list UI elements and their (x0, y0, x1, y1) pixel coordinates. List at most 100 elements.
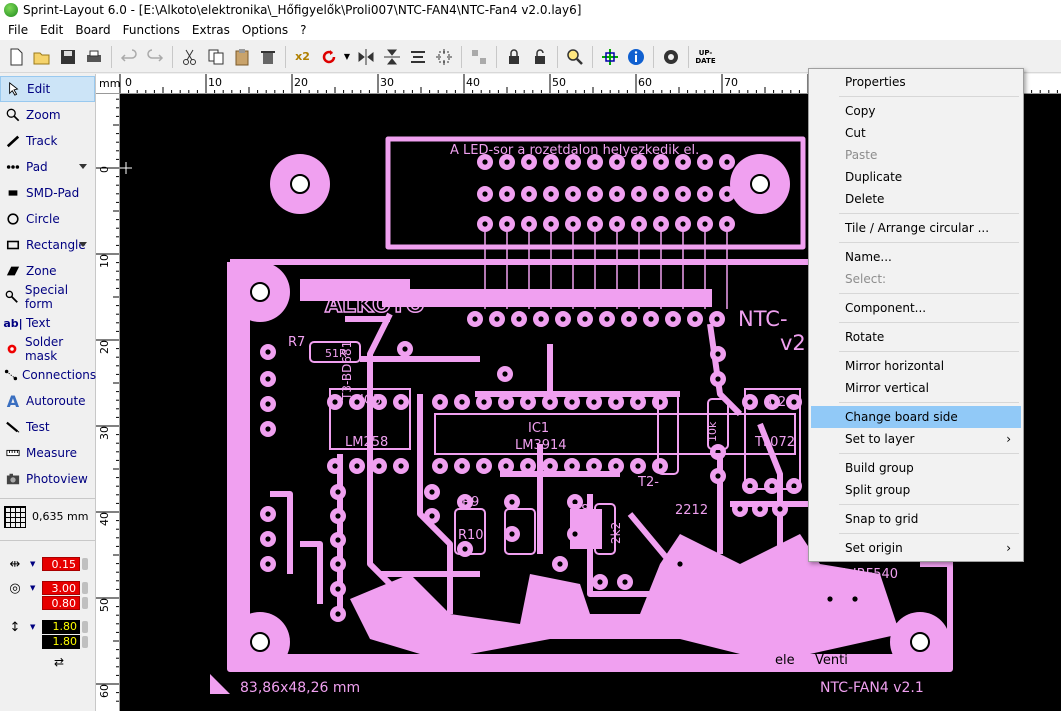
pcb-pad-hole (724, 159, 730, 165)
menu-item-label: Select: (845, 272, 887, 286)
menu-edit[interactable]: Edit (34, 20, 69, 40)
toolbar-separator (557, 45, 558, 68)
open-folder-icon (33, 52, 49, 64)
snap-button[interactable] (431, 44, 456, 70)
chevron-down-icon[interactable]: ▼ (30, 560, 35, 568)
context-menu-item-name[interactable]: Name... (811, 246, 1021, 268)
context-menu-item-properties[interactable]: Properties (811, 71, 1021, 93)
context-menu-item-tile-arrange-circular[interactable]: Tile / Arrange circular ... (811, 217, 1021, 239)
context-menu-item-mirror-vertical[interactable]: Mirror vertical (811, 377, 1021, 399)
context-menu-item-split-group[interactable]: Split group (811, 479, 1021, 501)
tool-test[interactable]: Test (0, 414, 95, 440)
menu-help[interactable]: ? (294, 20, 312, 40)
context-menu-item-delete[interactable]: Delete (811, 188, 1021, 210)
undo-button[interactable] (116, 44, 141, 70)
context-menu-item-copy[interactable]: Copy (811, 100, 1021, 122)
context-menu-item-component[interactable]: Component... (811, 297, 1021, 319)
menu-board[interactable]: Board (69, 20, 116, 40)
pcb-pad-hole (437, 399, 443, 405)
context-menu-item-rotate[interactable]: Rotate (811, 326, 1021, 348)
menu-file[interactable]: File (2, 20, 34, 40)
group-button[interactable] (466, 44, 491, 70)
update-button[interactable]: UP-DATE (693, 44, 718, 70)
chevron-down-icon[interactable]: ▼ (30, 623, 35, 631)
tool-zone[interactable]: Zone (0, 258, 95, 284)
info-button[interactable] (623, 44, 648, 70)
zoom-icon (4, 106, 22, 124)
tool-connections[interactable]: Connections (0, 362, 97, 388)
context-menu-item-cut[interactable]: Cut (811, 122, 1021, 144)
tool-label: Connections (22, 368, 97, 382)
context-menu-item-snap-to-grid[interactable]: Snap to grid (811, 508, 1021, 530)
zoom-x2-button[interactable]: x2 (290, 44, 315, 70)
tool-text[interactable]: ab| Text (0, 310, 95, 336)
delete-button[interactable] (255, 44, 280, 70)
chevron-down-icon[interactable] (79, 242, 87, 247)
pad-inner-input[interactable]: 0.80 (42, 596, 80, 610)
origin-button[interactable] (597, 44, 622, 70)
grid-selector[interactable]: 0,635 mm (0, 498, 95, 534)
drc-button[interactable] (658, 44, 683, 70)
tool-label: Text (26, 316, 51, 330)
tool-circle[interactable]: Circle (0, 206, 95, 232)
mirror-h-button[interactable] (353, 44, 378, 70)
search-button[interactable] (562, 44, 587, 70)
pcb-pad-hole (658, 159, 664, 165)
chevron-down-icon[interactable]: ▼ (30, 584, 35, 592)
print-button[interactable] (81, 44, 106, 70)
context-menu-item-set-to-layer[interactable]: Set to layer › (811, 428, 1021, 450)
track-width-input[interactable]: 0.15 (42, 557, 80, 571)
mirror-v-button[interactable] (379, 44, 404, 70)
tool-autoroute[interactable]: A Autoroute (0, 388, 95, 414)
track-width-spinner[interactable] (82, 558, 88, 570)
pad-inner-spinner[interactable] (82, 597, 88, 609)
tool-edit[interactable]: Edit (0, 76, 95, 102)
align-button[interactable] (405, 44, 430, 70)
menu-options[interactable]: Options (236, 20, 294, 40)
menu-separator (839, 453, 1019, 454)
t3-ref: T3-BD681 (340, 341, 354, 401)
menu-functions[interactable]: Functions (117, 20, 186, 40)
open-button[interactable] (29, 44, 54, 70)
smd-height-input[interactable]: 1.80 (42, 635, 80, 649)
pcb-pad-hole (714, 316, 720, 322)
context-menu-item-change-board-side[interactable]: Change board side (811, 406, 1021, 428)
menu-separator (839, 322, 1019, 323)
tool-rectangle[interactable]: Rectangle (0, 232, 95, 258)
tool-smd-pad[interactable]: SMD-Pad (0, 180, 95, 206)
context-menu-item-set-origin[interactable]: Set origin › (811, 537, 1021, 559)
lock-button[interactable] (501, 44, 526, 70)
rotate-button[interactable] (316, 44, 341, 70)
tool-solder-mask[interactable]: Solder mask (0, 335, 95, 363)
swap-icon[interactable]: ⇄ (54, 655, 64, 669)
pcb-pad-hole (614, 191, 620, 197)
new-button[interactable] (3, 44, 28, 70)
tool-photoview[interactable]: Photoview (0, 466, 95, 492)
cut-button[interactable] (177, 44, 202, 70)
context-menu-item-mirror-horizontal[interactable]: Mirror horizontal (811, 355, 1021, 377)
tool-track[interactable]: Track (0, 128, 95, 154)
mounting-hole-center (290, 174, 310, 194)
copy-button[interactable] (203, 44, 228, 70)
redo-button[interactable] (142, 44, 167, 70)
smd-height-spinner[interactable] (82, 636, 88, 648)
save-button[interactable] (55, 44, 80, 70)
toolbar-separator (111, 45, 112, 68)
tool-label: Circle (26, 212, 60, 226)
menu-extras[interactable]: Extras (186, 20, 236, 40)
chevron-right-icon: › (1006, 541, 1011, 555)
ic2-ref: IC2 (765, 395, 786, 410)
unlock-button[interactable] (527, 44, 552, 70)
pcb-pad-hole (777, 506, 783, 512)
tool-pad[interactable]: Pad (0, 154, 95, 180)
context-menu-item-duplicate[interactable]: Duplicate (811, 166, 1021, 188)
paste-button[interactable] (229, 44, 254, 70)
tool-zoom[interactable]: Zoom (0, 102, 95, 128)
tool-special-form[interactable]: Special form (0, 283, 95, 311)
context-menu-item-build-group[interactable]: Build group (811, 457, 1021, 479)
chevron-down-icon[interactable] (79, 164, 87, 169)
tool-measure[interactable]: Measure (0, 440, 95, 466)
rotate-dropdown[interactable]: ▼ (342, 44, 352, 70)
pcb-pad-hole (614, 221, 620, 227)
brand-logo-text: ALKOTO (325, 293, 425, 318)
